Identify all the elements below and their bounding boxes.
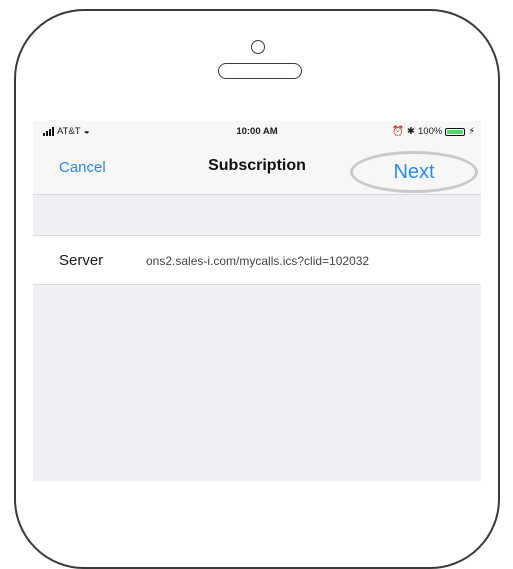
bluetooth-icon: ✱: [407, 126, 416, 137]
alarm-icon: ⏰: [392, 126, 405, 137]
phone-screen: AT&T ◒ 10:00 AM ⏰ ✱ 100% ⚡ Cancel Subscr…: [33, 121, 481, 481]
server-row[interactable]: Server ons2.sales-i.com/mycalls.ics?clid…: [33, 235, 481, 285]
earpiece-speaker: [218, 63, 302, 79]
battery-icon: [445, 127, 466, 136]
server-label: Server: [59, 252, 104, 269]
navigation-bar: Cancel Subscription Next: [33, 143, 481, 195]
battery-percent: 100%: [418, 126, 443, 137]
battery-fill: [447, 129, 464, 134]
next-button[interactable]: Next: [350, 151, 478, 193]
status-right: ⏰ ✱ 100% ⚡: [392, 126, 475, 137]
status-bar: AT&T ◒ 10:00 AM ⏰ ✱ 100% ⚡: [33, 121, 481, 143]
front-camera: [251, 40, 265, 54]
charging-icon: ⚡: [468, 126, 475, 137]
server-field[interactable]: ons2.sales-i.com/mycalls.ics?clid=102032: [146, 254, 369, 268]
